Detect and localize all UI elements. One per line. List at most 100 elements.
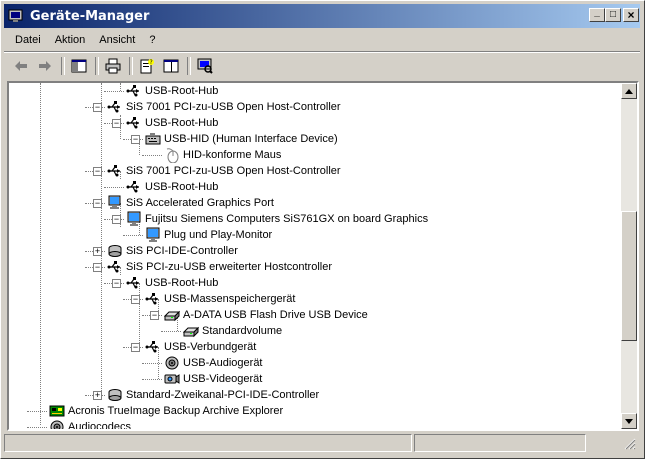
menu-ansicht[interactable]: Ansicht [92,34,142,46]
tree-item[interactable]: Standard-Zweikanal-PCI-IDE-Controller [107,387,319,403]
svg-text:?: ? [150,59,153,66]
tree-item-label: USB-Videogerät [183,373,263,385]
collapse-toggle[interactable]: − [112,279,121,288]
board-icon [49,403,65,419]
tree-line [139,283,140,347]
collapse-toggle[interactable]: − [131,295,140,304]
tree-item[interactable]: USB-Verbundgerät [145,339,256,355]
tree-item[interactable]: Fujitsu Siemens Computers SiS761GX on bo… [126,211,428,227]
tree-item[interactable]: Acronis TrueImage Backup Archive Explore… [49,403,283,419]
toolbar-separator [129,57,133,75]
tree-item[interactable]: SiS PCI-IDE-Controller [107,243,238,259]
show-hide-tree-button[interactable] [68,55,90,77]
tree-item[interactable]: USB-Root-Hub [126,115,218,131]
speaker-icon [164,355,180,371]
tree-line [120,83,121,91]
tree-item-label: USB-Root-Hub [145,277,219,289]
print-button[interactable] [102,55,124,77]
mouse-icon [164,147,180,164]
collapse-toggle[interactable]: − [112,215,121,224]
camera-icon [164,371,180,387]
hid-icon [145,131,161,147]
scroll-down-button[interactable] [621,413,637,429]
tree-item[interactable]: USB-HID (Human Interface Device) [145,131,338,147]
toolbar-separator [61,57,65,75]
scroll-up-button[interactable] [621,83,637,99]
tree-item-label: A-DATA USB Flash Drive USB Device [183,309,368,321]
agp-icon [107,195,123,211]
drive-icon [163,307,181,323]
maximize-button[interactable]: □ [605,8,621,22]
vertical-scrollbar[interactable] [621,83,637,429]
tree-line [101,83,102,395]
tree-item[interactable]: Standardvolume [182,323,283,339]
collapse-toggle[interactable]: − [93,263,102,272]
status-pane-secondary [414,434,586,452]
toolbar: ? [4,53,640,79]
usb-icon [107,99,123,115]
tree-item[interactable]: USB-Root-Hub [126,83,218,99]
tree-item[interactable]: Audiocodecs [49,419,131,429]
forward-arrow-icon [39,61,51,71]
collapse-toggle[interactable]: − [93,167,102,176]
usb-icon [145,339,161,355]
device-manager-icon [8,8,24,24]
forward-button[interactable] [34,55,56,77]
collapse-toggle[interactable]: − [93,103,102,112]
scroll-up-icon [625,88,633,94]
tree-item[interactable]: SiS 7001 PCI-zu-USB Open Host-Controller [107,163,341,179]
tree-item-label: HID-konforme Maus [183,149,282,161]
collapse-toggle[interactable]: − [93,199,102,208]
resize-grip[interactable] [588,434,638,452]
device-manager-window: Geräte-Manager _ □ × Datei Aktion Ansich… [0,0,645,459]
properties-button[interactable]: ? [136,55,158,77]
close-icon: × [627,8,635,22]
close-button[interactable]: × [623,8,639,22]
collapse-toggle[interactable]: − [131,343,140,352]
collapse-toggle[interactable]: − [150,311,159,320]
tree-item[interactable]: USB-Root-Hub [126,179,218,195]
tree-item[interactable]: USB-Audiogerät [164,355,263,371]
menu-help[interactable]: ? [142,34,162,46]
menu-bar: Datei Aktion Ansicht ? [4,30,640,50]
tree-item[interactable]: A-DATA USB Flash Drive USB Device [163,307,368,323]
back-arrow-icon [15,61,27,71]
status-bar [4,434,640,454]
device-tree[interactable]: USB-Root-Hub − SiS 7001 PCI-zu-USB Open Ho… [9,83,621,429]
tree-item-label: USB-Audiogerät [183,357,263,369]
tree-item-label: SiS PCI-IDE-Controller [126,245,238,257]
tree-item[interactable]: HID-konforme Maus [164,147,282,164]
menu-aktion[interactable]: Aktion [48,34,93,46]
tree-item-label: Standardvolume [202,325,283,337]
collapse-toggle[interactable]: − [112,119,121,128]
title-bar[interactable]: Geräte-Manager _ □ × [4,4,640,28]
tree-item[interactable]: SiS PCI-zu-USB erweiterter Hostcontrolle… [107,259,332,275]
tree-item-label: Fujitsu Siemens Computers SiS761GX on bo… [145,213,429,225]
tree-item[interactable]: USB-Root-Hub [126,275,218,291]
tree-line [142,379,162,380]
collapse-toggle[interactable]: − [131,135,140,144]
tree-item[interactable]: SiS Accelerated Graphics Port [107,195,274,211]
tree-item[interactable]: SiS 7001 PCI-zu-USB Open Host-Controller [107,99,341,115]
maximize-icon: □ [609,9,617,20]
scan-hardware-button[interactable] [194,55,216,77]
tree-item[interactable]: USB-Massenspeichergerät [145,291,295,307]
scrollbar-thumb[interactable] [621,211,637,341]
expand-toggle[interactable]: + [93,247,102,256]
usb-icon [107,163,123,179]
ide-icon [107,387,123,403]
drive-icon [182,323,200,339]
minimize-icon: _ [594,7,600,18]
window-title: Geräte-Manager [30,8,150,24]
tree-item[interactable]: USB-Videogerät [164,371,262,387]
back-button[interactable] [10,55,32,77]
menu-datei[interactable]: Datei [8,34,48,46]
help-button[interactable] [160,55,182,77]
tree-item-label: SiS 7001 PCI-zu-USB Open Host-Controller [126,101,341,113]
tree-line [142,363,162,364]
tree-line [123,235,143,236]
tree-item[interactable]: Plug und Play-Monitor [145,227,272,243]
expand-toggle[interactable]: + [93,391,102,400]
resize-grip-icon [624,438,636,450]
minimize-button[interactable]: _ [589,8,605,22]
